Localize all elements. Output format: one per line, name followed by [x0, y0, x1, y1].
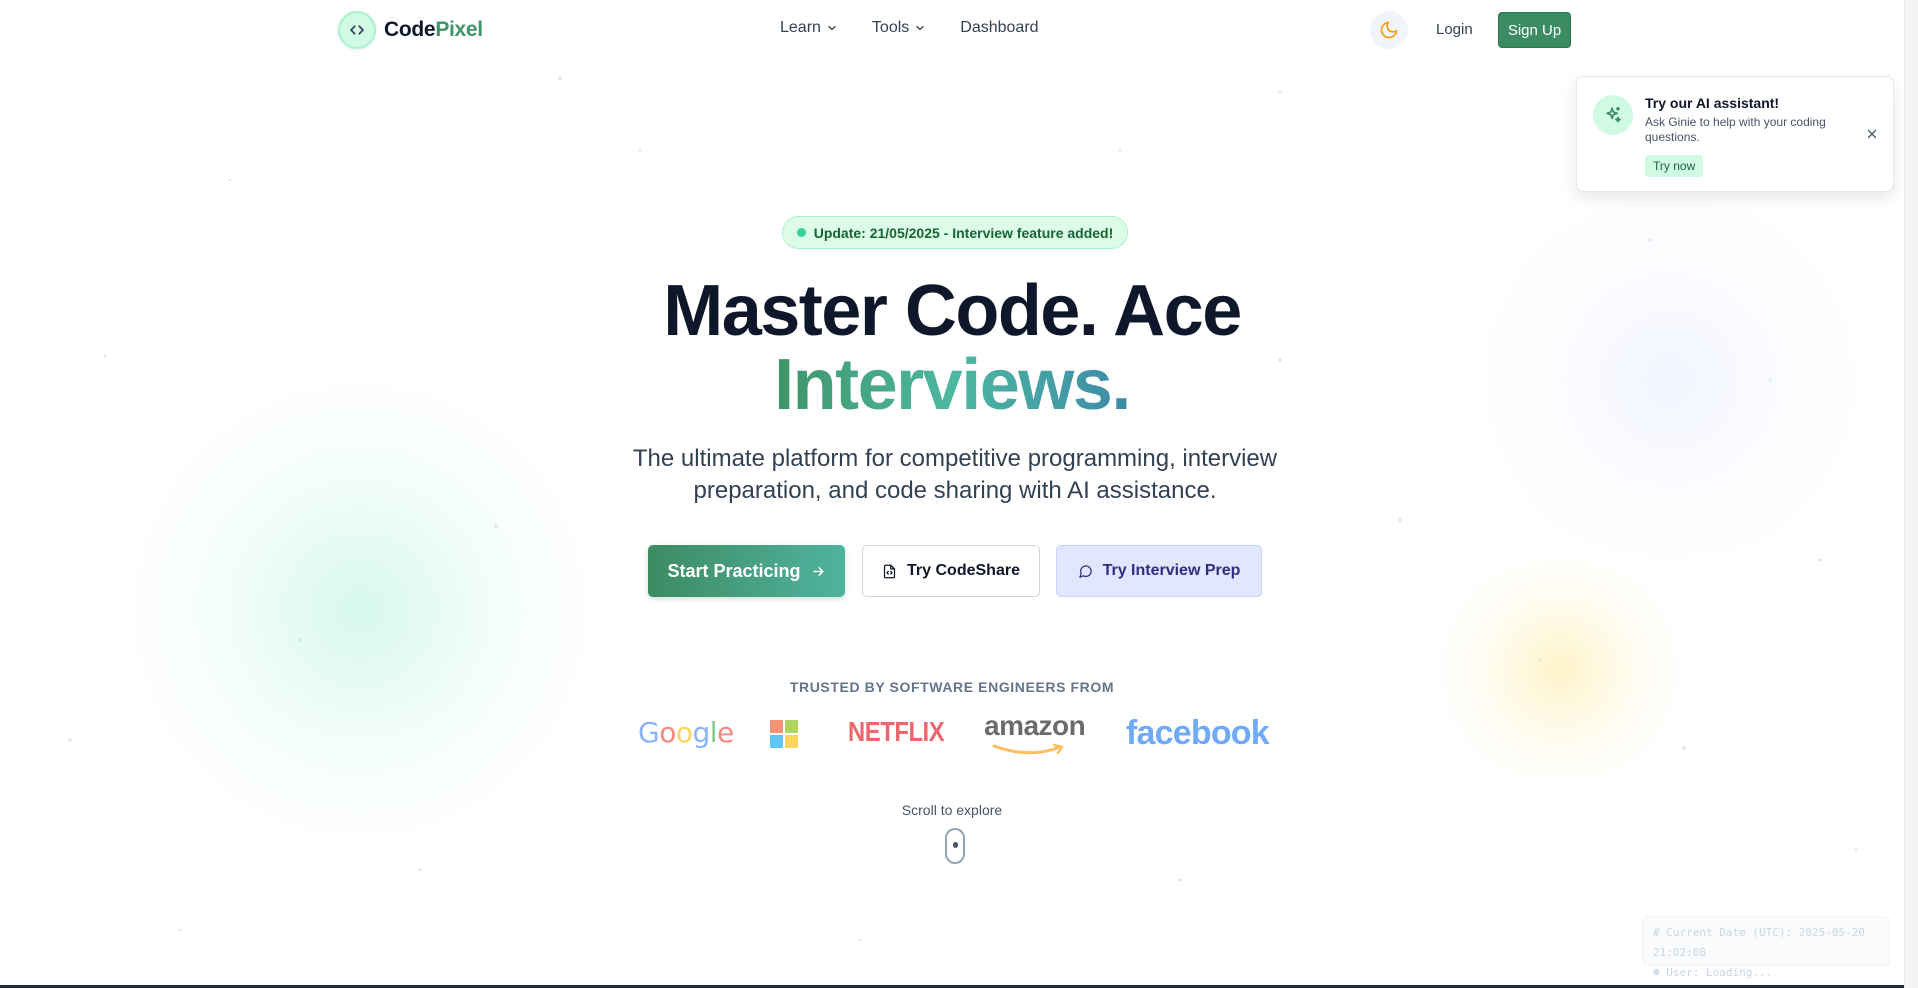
ai-assistant-toast: Try our AI assistant! Ask Ginie to help … — [1576, 76, 1894, 192]
facebook-logo: facebook — [1126, 714, 1270, 752]
theme-toggle-button[interactable] — [1370, 11, 1408, 49]
amazon-smile-icon — [992, 743, 1064, 755]
mouse-wheel-dot — [953, 842, 958, 848]
close-icon[interactable] — [1865, 127, 1879, 141]
brand-name-part2: Pixel — [435, 18, 483, 41]
signup-button[interactable]: Sign Up — [1498, 12, 1571, 48]
brand[interactable]: CodePixel — [338, 11, 483, 49]
update-badge-text: Update: 21/05/2025 - Interview feature a… — [813, 224, 1114, 241]
nav-dashboard-label: Dashboard — [960, 19, 1039, 36]
moon-icon — [1380, 21, 1398, 39]
trusted-by-label: TRUSTED BY SOFTWARE ENGINEERS FROM — [789, 679, 1115, 695]
toast-title: Try our AI assistant! — [1645, 95, 1780, 111]
netflix-logo: NETFLIX — [848, 716, 945, 747]
nav-learn-label: Learn — [780, 19, 821, 36]
status-dot — [796, 228, 806, 237]
nav-tools[interactable]: Tools — [872, 19, 926, 37]
debug-date: # Current Date (UTC): 2025-05-20 21:02:0… — [1653, 926, 1865, 959]
chevron-down-icon — [916, 25, 924, 31]
toast-body: Ask Ginie to help with your coding quest… — [1645, 115, 1826, 144]
login-link[interactable]: Login — [1436, 21, 1473, 38]
google-logo: Google — [638, 716, 734, 749]
hero-headline: Master Code. Ace Interviews. — [0, 274, 1904, 422]
file-code-icon — [883, 564, 896, 578]
try-codeshare-button[interactable]: Try CodeShare — [862, 545, 1040, 597]
chevron-down-icon — [828, 25, 836, 31]
scroll-hint: Scroll to explore — [901, 802, 1003, 818]
amazon-logo: amazon — [984, 710, 1086, 741]
debug-user: ☻ User: Loading... — [1653, 966, 1773, 979]
update-badge: Update: 21/05/2025 - Interview feature a… — [782, 216, 1128, 249]
arrow-right-icon — [812, 566, 824, 576]
nav-dashboard[interactable]: Dashboard — [960, 19, 1038, 37]
hero-subtitle: The ultimate platform for competitive pr… — [632, 445, 1278, 504]
nav-tools-label: Tools — [871, 19, 910, 36]
start-practicing-button[interactable]: Start Practicing — [648, 545, 845, 597]
page-scrollbar[interactable] — [1904, 0, 1918, 988]
toast-try-now-button[interactable]: Try now — [1645, 155, 1704, 177]
start-practicing-label: Start Practicing — [667, 560, 801, 581]
nav-learn[interactable]: Learn — [780, 19, 838, 37]
brand-name: CodePixel — [384, 18, 483, 42]
debug-info-box: # Current Date (UTC): 2025-05-20 21:02:0… — [1642, 916, 1890, 979]
try-codeshare-label: Try CodeShare — [907, 562, 1020, 579]
top-navbar: CodePixel Learn Tools Dashboard Login Si… — [0, 0, 1904, 60]
brand-name-part1: Code — [384, 18, 436, 41]
background-glow-green — [100, 380, 620, 840]
nav-links: Learn Tools Dashboard — [780, 19, 1039, 37]
debug-date-text: Current Date (UTC): 2025-05-20 21:02:08 — [1653, 926, 1865, 959]
background-glow-yellow — [1420, 560, 1700, 780]
try-interview-prep-button[interactable]: Try Interview Prep — [1056, 545, 1262, 597]
company-logos: Google NETFLIX amazon facebook — [630, 710, 1280, 760]
microsoft-logo — [770, 720, 798, 748]
code-brackets-icon — [338, 11, 376, 49]
mouse-scroll-icon — [945, 828, 965, 864]
headline-line1: Master Code. Ace — [663, 271, 1242, 351]
try-interview-prep-label: Try Interview Prep — [1102, 562, 1241, 579]
chat-bubble-icon — [1078, 564, 1092, 578]
sparkles-icon — [1593, 95, 1633, 135]
headline-line2: Interviews. — [774, 345, 1131, 425]
debug-user-text: User: Loading... — [1666, 966, 1773, 979]
